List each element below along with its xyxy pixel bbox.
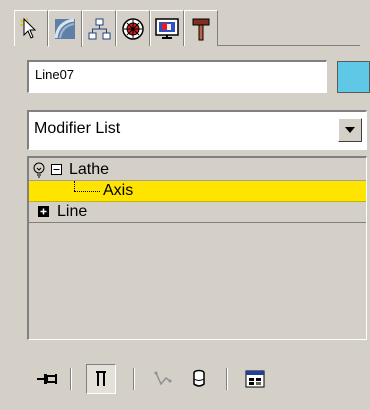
stack-item-label: Line <box>57 203 88 220</box>
display-monitor-icon <box>155 17 179 39</box>
stack-item-axis[interactable]: Axis <box>29 181 366 202</box>
show-end-result-button[interactable] <box>86 364 116 394</box>
make-unique-icon <box>154 371 172 386</box>
lightbulb-icon[interactable] <box>32 162 46 178</box>
configure-modifier-sets-button[interactable] <box>240 364 270 394</box>
toolbar-separator <box>70 368 72 390</box>
pin-stack-icon <box>37 374 57 384</box>
modify-curve-icon <box>54 18 75 39</box>
motion-icon <box>122 17 144 40</box>
configure-modifier-sets-icon <box>245 370 265 388</box>
stack-item-line[interactable]: Line <box>29 202 366 223</box>
tree-connector-horizontal <box>74 191 100 192</box>
modifier-list-arrow-button[interactable] <box>338 118 362 142</box>
pin-stack-button[interactable] <box>32 364 62 394</box>
collapse-minus-icon[interactable] <box>51 164 62 175</box>
chevron-down-icon <box>345 127 355 133</box>
hierarchy-icon <box>88 18 111 39</box>
modifier-stack[interactable]: Lathe Axis Line <box>27 156 367 340</box>
tab-hierarchy[interactable] <box>82 10 116 46</box>
stack-item-label: Axis <box>103 182 134 199</box>
tab-create[interactable] <box>14 10 48 46</box>
tab-utilities[interactable] <box>184 10 218 46</box>
toolbar-separator <box>133 368 135 390</box>
modifier-list-dropdown[interactable]: Modifier List <box>27 110 367 150</box>
tab-motion[interactable] <box>116 10 150 46</box>
remove-modifier-icon <box>193 369 205 387</box>
make-unique-button[interactable] <box>148 364 178 394</box>
tab-modify[interactable] <box>48 10 82 47</box>
modifier-list-label: Modifier List <box>34 120 121 137</box>
utilities-hammer-icon <box>192 18 210 40</box>
stack-item-lathe[interactable]: Lathe <box>29 160 366 181</box>
tree-connector <box>74 181 75 191</box>
stack-toolbar <box>28 362 328 396</box>
create-cursor-icon <box>20 17 37 39</box>
remove-modifier-button[interactable] <box>184 364 214 394</box>
object-color-swatch[interactable] <box>337 61 370 93</box>
expand-plus-icon[interactable] <box>38 206 49 217</box>
show-end-result-icon <box>96 371 106 386</box>
object-name-field[interactable]: Line07 <box>27 60 327 93</box>
stack-item-label: Lathe <box>69 161 110 178</box>
command-panel-tabs <box>14 10 360 47</box>
tab-display[interactable] <box>150 10 184 46</box>
toolbar-separator <box>226 368 228 390</box>
